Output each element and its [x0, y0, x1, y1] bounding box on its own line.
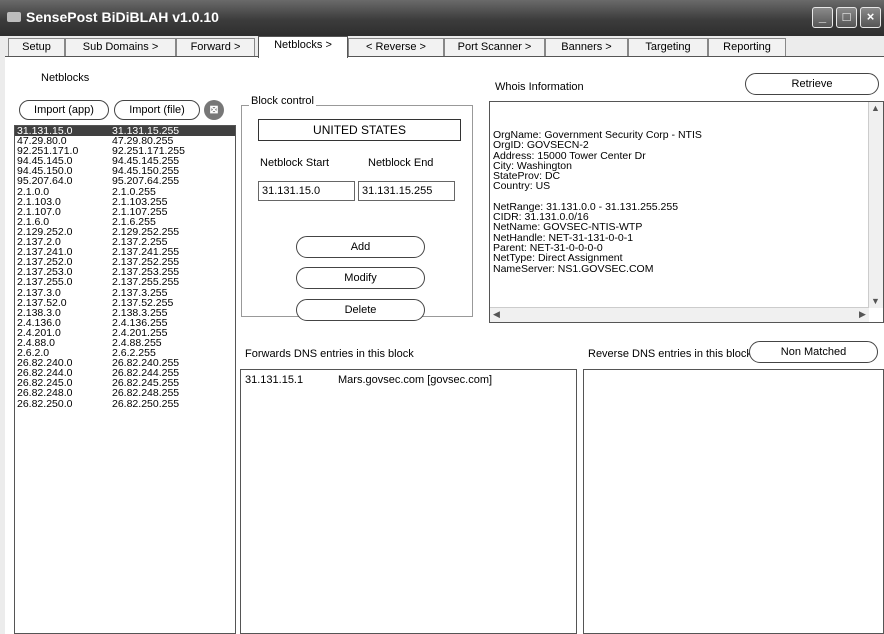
add-button[interactable]: Add	[296, 236, 425, 258]
app-icon	[7, 12, 21, 22]
whois-org-block: OrgName: Government Security Corp - NTIS…	[490, 130, 883, 192]
whois-line: Country: US	[493, 180, 551, 193]
block-control-legend: Block control	[249, 95, 316, 107]
netblock-start-cell: 26.82.250.0	[17, 397, 73, 410]
netblock-start-label: Netblock Start	[260, 157, 330, 169]
tab-port-scanner[interactable]: Port Scanner >	[444, 38, 545, 56]
netblock-list[interactable]: 31.131.15.0 31.131.15.255 47.29.80.0 47.29.…	[14, 125, 236, 634]
reverse-dns-list[interactable]	[583, 369, 884, 634]
list-item[interactable]: 26.82.250.0 26.82.250.255	[15, 397, 235, 410]
netblock-end-label: Netblock End	[368, 157, 434, 169]
netblock-end-cell: 26.82.248.255	[112, 387, 180, 400]
tab-reporting[interactable]: Reporting	[708, 38, 786, 56]
scroll-left-icon[interactable]: ◀	[490, 308, 503, 321]
import-file-button[interactable]: Import (file)	[114, 100, 200, 120]
netblock-start-cell: 26.82.248.0	[17, 387, 73, 400]
netblock-start-cell: 95.207.64.0	[17, 175, 73, 188]
forward-dns-ip: 31.131.15.1	[245, 374, 304, 386]
non-matched-button[interactable]: Non Matched	[749, 341, 878, 363]
country-display: UNITED STATES	[258, 119, 461, 141]
window-controls: _ □ ×	[812, 7, 884, 28]
scroll-down-icon[interactable]: ▼	[869, 295, 882, 308]
modify-button[interactable]: Modify	[296, 267, 425, 289]
netblock-start-cell: 2.137.3.0	[17, 286, 61, 299]
close-icon[interactable]: ×	[860, 7, 881, 28]
netblock-start-input[interactable]: 31.131.15.0	[258, 181, 355, 201]
forward-dns-host: Mars.govsec.com [govsec.com]	[338, 374, 493, 386]
netblocks-panel: Netblocks Import (app) Import (file) ⊠ 3…	[5, 56, 884, 634]
netblock-end-cell: 95.207.64.255	[112, 175, 180, 188]
tab-banners[interactable]: Banners >	[545, 38, 628, 56]
whois-vertical-scrollbar[interactable]: ▲ ▼	[868, 102, 883, 308]
whois-net-block: NetRange: 31.131.0.0 - 31.131.255.255 CID…	[490, 201, 883, 275]
forward-dns-list[interactable]: 31.131.15.1 Mars.govsec.com [govsec.com]	[240, 369, 577, 634]
retrieve-button[interactable]: Retrieve	[745, 73, 879, 95]
maximize-icon[interactable]: □	[836, 7, 857, 28]
tab-sub-domains[interactable]: Sub Domains >	[65, 38, 176, 56]
netblock-end-input[interactable]: 31.131.15.255	[358, 181, 455, 201]
netblock-end-cell: 2.137.255.255	[112, 276, 180, 289]
netblocks-heading: Netblocks	[41, 72, 90, 84]
reverse-dns-heading: Reverse DNS entries in this block	[588, 348, 752, 360]
tab-forward[interactable]: Forward >	[176, 38, 255, 56]
whois-line: NameServer: NS1.GOVSEC.COM	[493, 262, 654, 275]
delete-button[interactable]: Delete	[296, 299, 425, 321]
tab-bar: Setup Sub Domains > Forward > Netblocks …	[0, 36, 884, 58]
netblock-end-cell: 2.137.3.255	[112, 286, 168, 299]
scroll-right-icon[interactable]: ▶	[856, 308, 869, 321]
whois-text[interactable]: OrgName: Government Security Corp - NTIS…	[489, 101, 884, 323]
forward-dns-heading: Forwards DNS entries in this block	[245, 348, 414, 360]
tab-netblocks[interactable]: Netblocks >	[258, 36, 348, 58]
window-title: SensePost BiDiBLAH v1.0.10	[26, 9, 219, 25]
import-app-button[interactable]: Import (app)	[19, 100, 109, 120]
list-item[interactable]: 31.131.15.1 Mars.govsec.com [govsec.com]	[241, 374, 576, 388]
whois-heading: Whois Information	[495, 81, 584, 93]
title-bar: SensePost BiDiBLAH v1.0.10 _ □ ×	[0, 0, 884, 36]
tab-setup[interactable]: Setup	[8, 38, 65, 56]
netblock-start-cell: 2.137.255.0	[17, 276, 73, 289]
tab-reverse[interactable]: < Reverse >	[348, 38, 444, 56]
list-item[interactable]: 2.137.255.0 2.137.255.255	[15, 276, 235, 289]
tab-targeting[interactable]: Targeting	[628, 38, 708, 56]
clear-list-icon[interactable]: ⊠	[204, 100, 224, 120]
whois-horizontal-scrollbar[interactable]: ◀ ▶	[490, 307, 869, 322]
minimize-icon[interactable]: _	[812, 7, 833, 28]
netblock-end-cell: 26.82.250.255	[112, 397, 180, 410]
scroll-up-icon[interactable]: ▲	[869, 102, 882, 115]
